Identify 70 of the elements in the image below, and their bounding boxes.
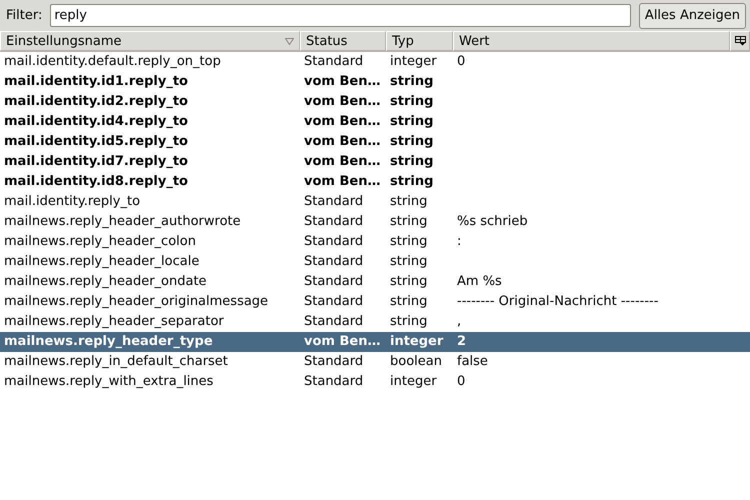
type-cell-text: integer: [389, 54, 437, 69]
status-cell-text: vom Ben…: [303, 74, 380, 89]
value-cell-text: 2: [456, 334, 466, 349]
name-cell-text: mailnews.reply_header_locale: [3, 254, 200, 269]
type-cell-text: string: [389, 234, 428, 249]
status-cell-text: Standard: [303, 314, 364, 329]
name-cell-text: mailnews.reply_in_default_charset: [3, 354, 228, 369]
column-header[interactable]: Status: [300, 31, 386, 51]
type-cell-text: string: [389, 154, 434, 169]
type-cell-text: boolean: [389, 354, 442, 369]
value-cell-text: %s schrieb: [456, 214, 528, 229]
value-cell-text: 0: [456, 54, 466, 69]
status-cell-text: Standard: [303, 54, 364, 69]
status-cell-text: vom Ben…: [303, 154, 380, 169]
column-header[interactable]: Einstellungsname: [0, 31, 300, 51]
name-cell-text: mail.identity.id7.reply_to: [3, 154, 188, 169]
type-cell-text: string: [389, 94, 434, 109]
name-cell-text: mailnews.reply_with_extra_lines: [3, 374, 214, 389]
name-cell-text: mail.identity.id8.reply_to: [3, 174, 188, 189]
status-cell-text: Standard: [303, 274, 364, 289]
type-cell-text: string: [389, 314, 428, 329]
value-cell-text: 0: [456, 374, 466, 389]
name-cell-text: mail.identity.default.reply_on_top: [3, 54, 221, 69]
filter-label: Filter:: [6, 6, 42, 25]
type-cell-text: string: [389, 74, 434, 89]
type-cell-text: string: [389, 114, 434, 129]
status-cell-text: Standard: [303, 214, 364, 229]
selected-row[interactable]: mailnews.reply_header_type vom Ben… integer 2: [0, 332, 750, 352]
status-cell-text: vom Ben…: [303, 114, 380, 129]
name-cell-text: mailnews.reply_header_colon: [3, 234, 196, 249]
filter-field[interactable]: reply: [50, 4, 631, 27]
type-cell-text: string: [389, 194, 428, 209]
value-cell-text: false: [456, 354, 488, 369]
name-cell-text: mail.identity.id5.reply_to: [3, 134, 188, 149]
type-cell-text: string: [389, 174, 434, 189]
name-cell-text: mailnews.reply_header_type: [3, 334, 213, 349]
column-picker-button[interactable]: [730, 31, 750, 51]
column-picker-icon: [734, 36, 746, 46]
status-cell-text: vom Ben…: [303, 94, 380, 109]
value-cell-text: -------- Original-Nachricht --------: [456, 294, 658, 309]
status-cell-text: vom Ben…: [303, 174, 380, 189]
type-cell-text: string: [389, 254, 428, 269]
status-cell-text: Standard: [303, 254, 364, 269]
column-header[interactable]: Typ: [386, 31, 453, 51]
type-cell-text: integer: [389, 334, 444, 349]
type-cell-text: string: [389, 294, 428, 309]
status-cell-text: Standard: [303, 194, 364, 209]
name-cell-text: mail.identity.id4.reply_to: [3, 114, 188, 129]
name-cell-text: mail.identity.reply_to: [3, 194, 140, 209]
status-cell-text: vom Ben…: [303, 134, 380, 149]
name-cell-text: mailnews.reply_header_ondate: [3, 274, 207, 289]
type-cell-text: string: [389, 134, 434, 149]
column-header[interactable]: Wert: [453, 31, 730, 51]
show-all-button[interactable]: Alles Anzeigen: [638, 2, 746, 28]
type-cell-text: string: [389, 274, 428, 289]
name-cell-text: mailnews.reply_header_separator: [3, 314, 224, 329]
status-cell-text: vom Ben…: [303, 334, 380, 349]
value-cell-text: ,: [456, 314, 462, 329]
name-cell-text: mail.identity.id2.reply_to: [3, 94, 188, 109]
type-cell-text: string: [389, 214, 428, 229]
status-cell-text: Standard: [303, 374, 364, 389]
name-cell-text: mailnews.reply_header_authorwrote: [3, 214, 241, 229]
value-cell-text: Am %s: [456, 274, 502, 289]
name-cell-text: mailnews.reply_header_originalmessage: [3, 294, 268, 309]
status-cell-text: Standard: [303, 354, 364, 369]
status-cell-text: Standard: [303, 234, 364, 249]
status-cell-text: Standard: [303, 294, 364, 309]
value-cell-text: :: [456, 234, 462, 249]
type-cell-text: integer: [389, 374, 437, 389]
name-cell-text: mail.identity.id1.reply_to: [3, 74, 188, 89]
